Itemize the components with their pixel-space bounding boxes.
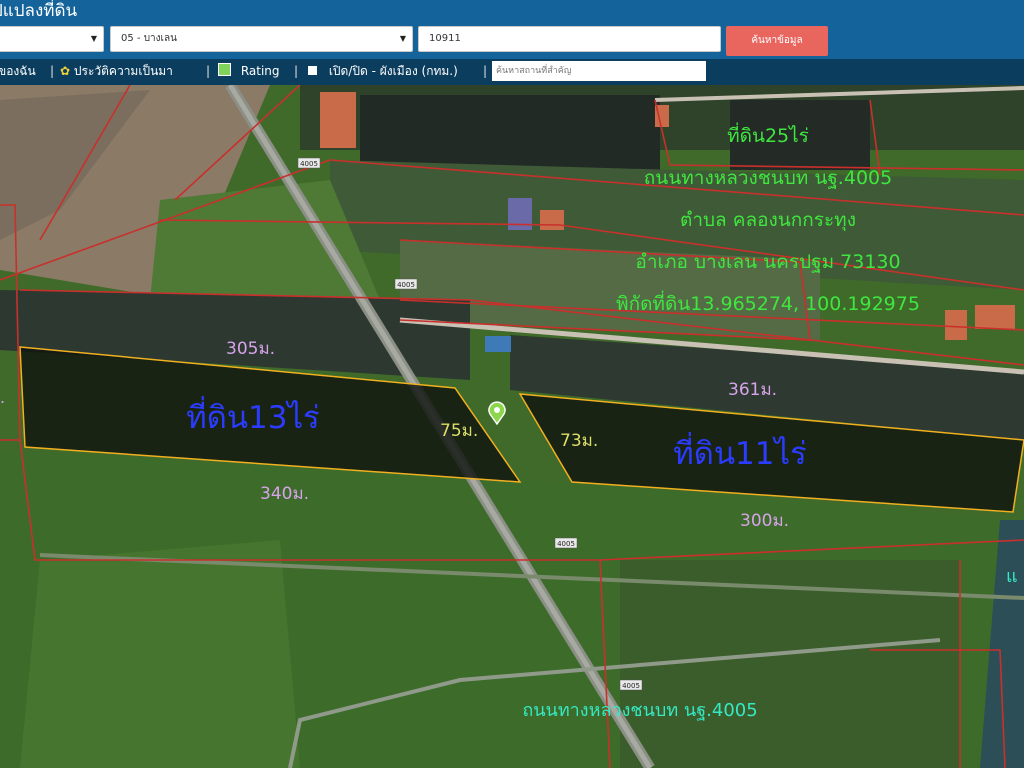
dimension-label: 305ม. (226, 339, 275, 359)
toolbar-item-history[interactable]: ✿ ประวัติความเป็นมา (60, 61, 173, 81)
info-line: ตำบล คลองนกกระทุง (680, 209, 856, 232)
left-plot-label: ที่ดิน13ไร่ (186, 396, 319, 436)
edge-text-fragment: แ (1006, 566, 1018, 587)
place-search-input[interactable] (492, 61, 706, 81)
dimension-label: 340ม. (260, 484, 309, 504)
toolbar-separator: | (50, 64, 55, 78)
layer-label: เปิด/ปิด - ผังเมือง (กทม.) (328, 64, 458, 78)
edge-text-fragment: ี. (0, 388, 5, 407)
province-select[interactable]: ▼ (0, 26, 104, 52)
road-shield-label: 4005 (300, 160, 318, 168)
fish-pond (360, 95, 660, 170)
chart-icon (218, 63, 231, 76)
amphoe-select[interactable]: 05 - บางเลน ▼ (110, 26, 413, 52)
rating-label: Rating (240, 64, 280, 78)
info-line: อำเภอ บางเลน นครปฐม 73130 (635, 251, 900, 273)
info-line: ที่ดิน25ไร่ (727, 122, 809, 147)
building-roof (945, 310, 967, 340)
chevron-down-icon: ▼ (399, 34, 406, 43)
parcel-number-value: 10911 (429, 33, 461, 44)
toolbar-item-city-plan[interactable]: เปิด/ปิด - ผังเมือง (กทม.) (308, 61, 458, 81)
road-frontage-right: 73ม. (560, 431, 598, 451)
right-plot-label: ที่ดิน11ไร่ (673, 432, 806, 472)
toolbar-separator: | (294, 64, 299, 78)
road-shield-label: 4005 (557, 540, 575, 548)
search-button[interactable]: ค้นหาข้อมูล (726, 26, 828, 56)
amphoe-select-value: 05 - บางเลน (121, 33, 177, 44)
sprout-icon: ✿ (60, 64, 71, 78)
page-title: ปแปลงที่ดิน (0, 1, 78, 21)
dimension-label: 361ม. (728, 380, 777, 400)
parcel-number-input[interactable]: 10911 (418, 26, 721, 52)
building-roof (975, 305, 1015, 329)
map-canvas: 4005 4005 4005 4005 ที่ดิน25ไร่ ถนนทางหล… (0, 85, 1024, 768)
field-south-west (20, 540, 300, 768)
road-frontage-left: 75ม. (440, 421, 478, 441)
checkbox-icon[interactable] (308, 66, 317, 75)
building-roof (320, 92, 356, 148)
building-roof (485, 336, 511, 352)
toolbar-item-rating[interactable]: Rating (218, 61, 280, 81)
info-line: พิกัดที่ดิน13.965274, 100.192975 (616, 290, 920, 315)
toolbar-item-mine[interactable]: ของฉัน (0, 61, 36, 81)
dimension-label: 300ม. (740, 511, 789, 531)
satellite-map[interactable]: 4005 4005 4005 4005 ที่ดิน25ไร่ ถนนทางหล… (0, 85, 1024, 768)
chevron-down-icon: ▼ (90, 34, 97, 43)
road-shield-label: 4005 (397, 281, 415, 289)
road-label: ถนนทางหลวงชนบท นฐ.4005 (522, 700, 757, 721)
toolbar-separator: | (206, 64, 211, 78)
info-line: ถนนทางหลวงชนบท นฐ.4005 (644, 167, 892, 189)
history-label: ประวัติความเป็นมา (73, 64, 173, 78)
building-roof (540, 210, 564, 230)
toolbar-separator: | (483, 64, 488, 78)
road-shield-label: 4005 (622, 682, 640, 690)
